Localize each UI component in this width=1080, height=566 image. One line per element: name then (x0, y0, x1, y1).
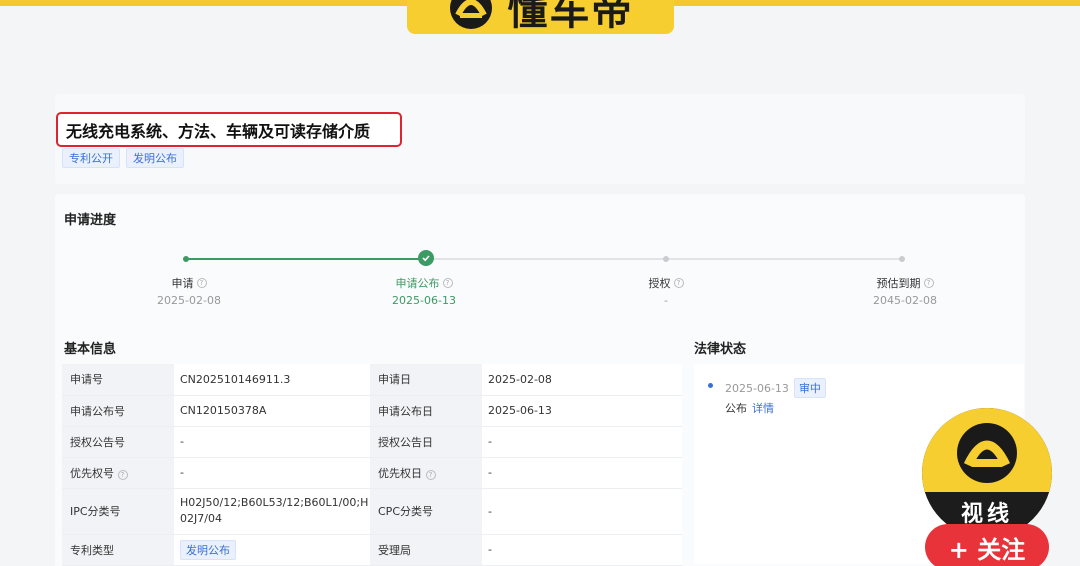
basic-info-table: 申请号 CN202510146911.3 申请日 2025-02-08 申请公布… (62, 364, 682, 566)
tag-invention-publish: 发明公布 (126, 148, 184, 168)
progress-line-completed (186, 258, 426, 260)
help-icon[interactable]: ? (117, 470, 128, 480)
field-label: 优先权日 (378, 466, 422, 480)
step-date: 2025-02-08 (157, 294, 221, 307)
step-dot-grant (663, 256, 669, 262)
timeline-dot (708, 383, 713, 388)
help-icon[interactable]: ? (923, 278, 934, 288)
field-value-cell: 发明公布 (174, 534, 370, 566)
table-row: 申请公布号 CN120150378A 申请公布日 2025-06-13 (62, 395, 682, 427)
help-icon[interactable]: ? (673, 278, 684, 288)
avatar-logo-area (922, 408, 1052, 492)
step-date: 2045-02-08 (873, 294, 937, 307)
step-grant: 授权? - (606, 275, 726, 307)
help-icon[interactable]: ? (442, 278, 453, 288)
field-label: CPC分类号 (370, 488, 482, 535)
basic-info-section-title: 基本信息 (64, 342, 117, 357)
legal-event-row: 公布 详情 (725, 400, 774, 416)
channel-avatar[interactable]: 视线 (922, 408, 1052, 538)
step-label: 申请公布 (395, 277, 440, 290)
table-row: 授权公告号 - 授权公告日 - (62, 426, 682, 458)
help-icon[interactable]: ? (425, 470, 436, 480)
field-label: 申请日 (370, 364, 482, 396)
field-label: IPC分类号 (62, 488, 174, 535)
avatar-logo-icon (957, 423, 1017, 483)
step-date: 2025-06-13 (392, 294, 456, 307)
field-label-with-help: 优先权号 ? (62, 457, 174, 489)
patent-title: 无线充电系统、方法、车辆及可读存储介质 (66, 121, 371, 141)
step-label: 申请 (171, 277, 194, 290)
table-row: 优先权号 ? - 优先权日 ? - (62, 457, 682, 489)
legal-event-date: 2025-06-13 (725, 381, 789, 395)
brand-logo-banner: 懂车帝 (407, 0, 674, 34)
field-value: 2025-06-13 (482, 395, 682, 427)
patent-title-highlight: 无线充电系统、方法、车辆及可读存储介质 (56, 112, 402, 147)
table-row: 专利类型 发明公布 受理局 - (62, 534, 682, 566)
progress-section-title: 申请进度 (64, 213, 117, 228)
brand-logo-icon (449, 0, 492, 29)
step-dot-expiry (899, 256, 905, 262)
field-label: 申请号 (62, 364, 174, 396)
legal-event-name: 公布 (725, 402, 747, 415)
field-value: - (174, 457, 370, 489)
follow-button[interactable]: + 关注 (925, 524, 1049, 566)
brand-logo-text: 懂车帝 (507, 0, 634, 34)
patent-tags: 专利公开 发明公布 (62, 148, 184, 168)
patent-type-tag: 发明公布 (180, 539, 236, 560)
legal-detail-link[interactable]: 详情 (752, 400, 774, 416)
field-value: - (482, 488, 682, 535)
step-label: 预估到期 (876, 277, 921, 290)
table-row: 申请号 CN202510146911.3 申请日 2025-02-08 (62, 364, 682, 396)
field-label-with-help: 优先权日 ? (370, 457, 482, 489)
field-value: - (174, 426, 370, 458)
legal-status-section-title: 法律状态 (694, 342, 747, 357)
field-label: 授权公告号 (62, 426, 174, 458)
field-label: 申请公布日 (370, 395, 482, 427)
field-value: - (482, 457, 682, 489)
field-value: - (482, 534, 682, 566)
field-value: CN120150378A (174, 395, 370, 427)
field-label: 申请公布号 (62, 395, 174, 427)
field-label: 受理局 (370, 534, 482, 566)
tag-patent-public: 专利公开 (62, 148, 120, 168)
field-label: 专利类型 (62, 534, 174, 566)
legal-event-header: 2025-06-13 审中 (725, 378, 826, 398)
field-value: - (482, 426, 682, 458)
field-label: 授权公告日 (370, 426, 482, 458)
field-value: 2025-02-08 (482, 364, 682, 396)
step-expiry: 预估到期? 2045-02-08 (845, 275, 965, 307)
step-dot-apply (183, 256, 189, 262)
step-date: - (664, 294, 668, 307)
table-row: IPC分类号 H02J50/12;B60L53/12;B60L1/00;H02J… (62, 488, 682, 535)
step-publish: 申请公布? 2025-06-13 (364, 275, 484, 307)
step-apply: 申请? 2025-02-08 (129, 275, 249, 307)
help-icon[interactable]: ? (196, 278, 207, 288)
step-check-icon (418, 250, 434, 266)
legal-status-badge: 审中 (793, 378, 826, 398)
field-label: 优先权号 (70, 466, 114, 480)
step-label: 授权 (648, 277, 671, 290)
field-value: CN202510146911.3 (174, 364, 370, 396)
field-value: H02J50/12;B60L53/12;B60L1/00;H02J7/04 (174, 488, 370, 535)
